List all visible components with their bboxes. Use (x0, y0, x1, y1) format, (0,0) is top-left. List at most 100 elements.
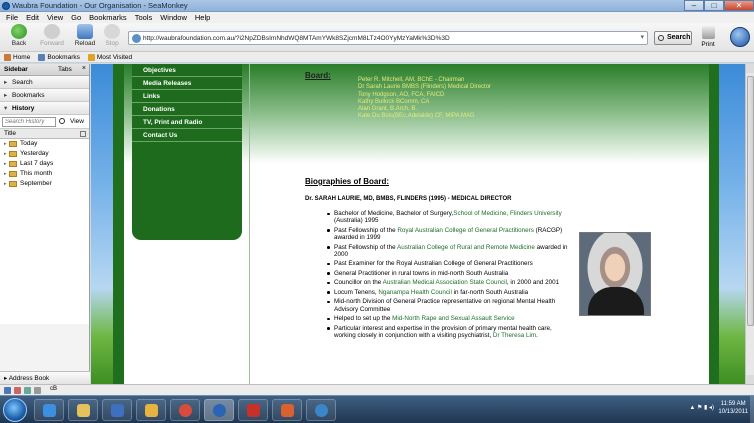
chat-icon[interactable] (34, 387, 41, 394)
minimize-button[interactable]: – (684, 0, 704, 11)
bookmark-home[interactable]: Home (4, 52, 30, 62)
bio-link[interactable]: Dr Theresa Lim (493, 332, 536, 339)
taskbar-acrobat[interactable] (238, 399, 268, 421)
history-item-last-7-days[interactable]: ▸ Last 7 days (0, 159, 89, 169)
menu-edit[interactable]: Edit (26, 12, 39, 23)
system-tray[interactable]: ▲ ⚑ ▮ ◂) (689, 404, 714, 411)
menu-go[interactable]: Go (71, 12, 81, 23)
bio-text: Bachelor of Medicine, Bachelor of Surger… (334, 210, 454, 217)
history-item-label: September (20, 180, 52, 187)
word-icon (111, 404, 124, 417)
taskbar-powerpoint[interactable] (272, 399, 302, 421)
scroll-down-icon[interactable] (746, 375, 754, 384)
address-book-label: Address Book (8, 375, 50, 382)
menu-help[interactable]: Help (195, 12, 210, 23)
bookmark-bookmarks[interactable]: Bookmarks (38, 52, 80, 62)
site-globe-icon (132, 34, 141, 43)
menu-file[interactable]: File (6, 12, 18, 23)
taskbar-chrome[interactable] (170, 399, 200, 421)
url-dropdown-icon[interactable]: ▾ (640, 33, 644, 41)
back-arrow-icon (11, 24, 27, 39)
bio-link[interactable]: Mid-North Rape and Sexual Assault Servic… (392, 315, 515, 322)
status-bar: cB (0, 384, 754, 395)
history-view-menu[interactable]: View (70, 118, 84, 125)
site-nav-media-releases[interactable]: Media Releases (132, 77, 242, 90)
scroll-up-icon[interactable] (746, 64, 754, 73)
maximize-button[interactable]: □ (704, 0, 724, 11)
bio-list: Bachelor of Medicine, Bachelor of Surger… (326, 210, 571, 341)
taskbar-ie[interactable] (34, 399, 64, 421)
stop-label: Stop (105, 40, 119, 47)
reload-button[interactable]: Reload (70, 24, 100, 51)
history-item-september[interactable]: ▸ September (0, 179, 89, 189)
forward-button[interactable]: Forward (37, 24, 67, 51)
bookmark-most-visited-label: Most Visited (96, 53, 133, 61)
print-button[interactable]: Print (698, 26, 718, 48)
history-item-yesterday[interactable]: ▸ Yesterday (0, 149, 89, 159)
url-bar: ▾ (128, 31, 648, 45)
seamonkey-icon (213, 404, 226, 417)
taskbar-app[interactable] (306, 399, 336, 421)
back-button[interactable]: Back (4, 24, 34, 51)
bio-list-item: Past Examiner for the Royal Australian C… (326, 260, 571, 267)
menu-view[interactable]: View (47, 12, 63, 23)
sidebar-section-label: History (12, 105, 35, 112)
stop-button[interactable]: Stop (97, 24, 127, 51)
taskbar-seamonkey[interactable] (204, 399, 234, 421)
site-nav-tv-print-radio[interactable]: TV, Print and Radio (132, 116, 242, 129)
history-search-input[interactable] (2, 117, 56, 127)
sidebar-tabs-menu[interactable]: Tabs (58, 66, 72, 73)
bio-link[interactable]: Nganampa Health Council (378, 289, 452, 296)
site-nav-links[interactable]: Links (132, 90, 242, 103)
history-column-header[interactable]: Title (0, 129, 89, 139)
start-button[interactable] (3, 398, 27, 422)
navigator-icon[interactable] (4, 387, 11, 394)
site-nav-contact-us[interactable]: Contact Us (132, 129, 242, 142)
clock[interactable]: 11:59 AM 10/13/2011 (718, 400, 748, 416)
taskbar-word[interactable] (102, 399, 132, 421)
sidebar-address-book[interactable]: ▸ Address Book (0, 371, 90, 384)
history-item-this-month[interactable]: ▸ This month (0, 169, 89, 179)
navigation-toolbar: Back Forward Reload Stop ▾ Search Print (0, 23, 754, 52)
bio-list-item: Past Fellowship of the Australian Colleg… (326, 244, 571, 259)
url-input[interactable] (143, 33, 633, 43)
show-desktop-button[interactable] (750, 396, 754, 423)
ie-icon (43, 404, 56, 417)
sidebar-section-history[interactable]: ▾ History (0, 102, 89, 115)
bio-link[interactable]: Australian College of Rural and Remote M… (397, 244, 535, 251)
sidebar-section-search[interactable]: ▸ Search (0, 76, 89, 89)
pdf-icon (247, 404, 260, 417)
column-picker-icon[interactable] (80, 131, 86, 137)
bookmark-most-visited[interactable]: Most Visited (87, 52, 133, 62)
scrollbar-thumb[interactable] (747, 76, 754, 326)
history-item-today[interactable]: ▸ Today (0, 139, 89, 149)
search-icon[interactable] (59, 118, 65, 124)
sidebar-section-bookmarks[interactable]: ▸ Bookmarks (0, 89, 89, 102)
menu-tools[interactable]: Tools (135, 12, 153, 23)
menu-bookmarks[interactable]: Bookmarks (89, 12, 127, 23)
print-label: Print (701, 41, 715, 48)
folder-icon (77, 404, 90, 417)
site-nav-objectives[interactable]: Objectives (132, 64, 242, 77)
back-label: Back (11, 40, 27, 47)
reload-label: Reload (74, 40, 96, 47)
throbber-icon[interactable] (730, 27, 750, 47)
search-button[interactable]: Search (654, 31, 692, 45)
menu-window[interactable]: Window (160, 12, 187, 23)
mail-icon[interactable] (14, 387, 21, 394)
taskbar-explorer[interactable] (68, 399, 98, 421)
site-nav-donations[interactable]: Donations (132, 103, 242, 116)
bio-text: (Australia) 1995 (334, 217, 379, 225)
close-button[interactable]: ✕ (724, 0, 754, 11)
bio-link[interactable]: Royal Australian College of General Prac… (397, 227, 534, 234)
composer-icon[interactable] (24, 387, 31, 394)
bookmarks-icon (38, 53, 46, 61)
history-title-column: Title (4, 130, 17, 137)
taskbar-outlook[interactable] (136, 399, 166, 421)
bio-link[interactable]: Australian Medical Association State Cou… (383, 279, 507, 286)
page-scrollbar[interactable] (745, 64, 754, 384)
sidebar-close-icon[interactable]: × (82, 65, 86, 72)
bio-link[interactable]: School of Medicine, Flinders University (453, 210, 562, 217)
stop-icon (104, 24, 120, 39)
board-member: Tony Hodgson, AO, FCA, FAICD (358, 91, 445, 98)
